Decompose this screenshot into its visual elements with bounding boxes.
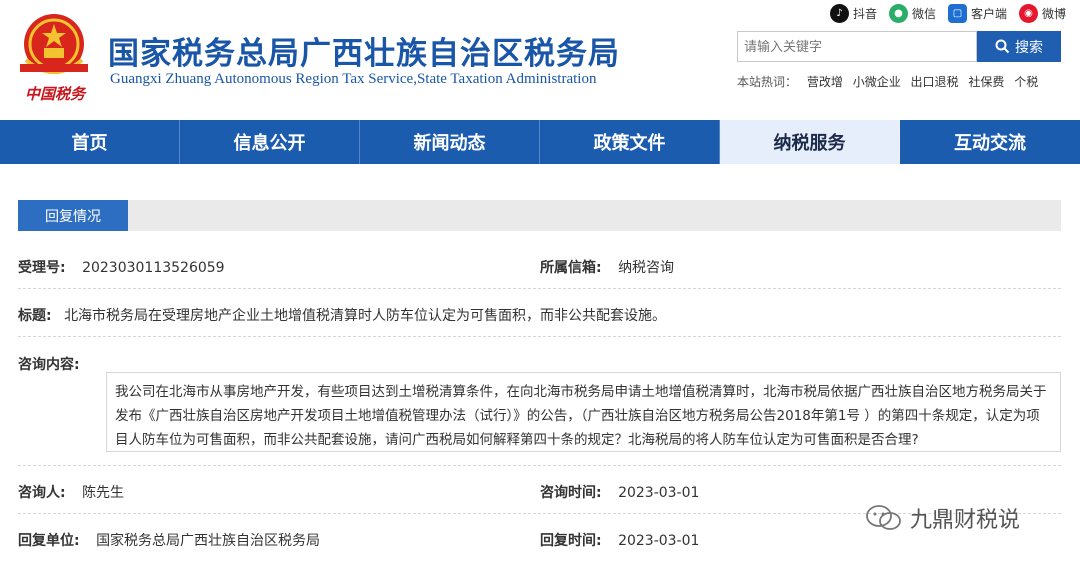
weibo-icon: ◉	[1018, 3, 1038, 23]
hot-words: 本站热词： 营改增 小微企业 出口退税 社保费 个税	[737, 73, 1044, 90]
wechat-icon: ●	[888, 3, 908, 23]
mailbox-row: 所属信箱: 纳税咨询	[540, 257, 674, 277]
nav-item-policy[interactable]: 政策文件	[540, 120, 720, 164]
content-label-row: 咨询内容:	[18, 354, 80, 374]
search-input[interactable]	[737, 31, 977, 62]
nav-item-news[interactable]: 新闻动态	[360, 120, 540, 164]
mailbox-value: 纳税咨询	[618, 260, 675, 276]
accept-number-label: 受理号:	[18, 260, 66, 276]
search-button[interactable]: 搜索	[977, 31, 1061, 62]
hot-word-link[interactable]: 出口退税	[911, 75, 959, 89]
accept-number-value: 2023030113526059	[82, 260, 225, 276]
hot-word-link[interactable]: 社保费	[968, 75, 1004, 89]
mailbox-label: 所属信箱:	[540, 260, 602, 276]
subject-value: 北海市税务局在受理房地产企业土地增值税清算时人防车位认定为可售面积，而非公共配套…	[64, 308, 667, 324]
reply-time-row: 回复时间: 2023-03-01	[540, 530, 699, 550]
emblem-text: 中国税务	[24, 85, 85, 103]
divider	[18, 288, 1061, 289]
site-header: 中国税务 国家税务总局广西壮族自治区税务局 Guangxi Zhuang Aut…	[0, 0, 1080, 120]
wechat-watermark-icon	[866, 505, 901, 530]
ask-time-row: 咨询时间: 2023-03-01	[540, 482, 699, 502]
subject-label: 标题:	[18, 308, 52, 324]
content-label: 咨询内容:	[18, 357, 80, 373]
reply-time-label: 回复时间:	[540, 533, 602, 549]
nav-item-tax-service[interactable]: 纳税服务	[720, 120, 900, 164]
watermark-text: 九鼎财税说	[910, 508, 1021, 533]
accept-number-row: 受理号: 2023030113526059	[18, 257, 225, 277]
ask-time-value: 2023-03-01	[618, 485, 700, 501]
app-client-icon: ▢	[947, 3, 967, 23]
site-title[interactable]: 国家税务总局广西壮族自治区税务局	[108, 28, 620, 73]
social-weibo-label: 微博	[1041, 6, 1066, 21]
social-wechat[interactable]: ● 微信	[888, 3, 936, 23]
social-douyin[interactable]: ♪ 抖音	[829, 3, 877, 23]
reply-time-value: 2023-03-01	[618, 533, 700, 549]
reply-unit-value: 国家税务总局广西壮族自治区税务局	[96, 533, 321, 549]
asker-label: 咨询人:	[18, 485, 66, 501]
reply-unit-row: 回复单位: 国家税务总局广西壮族自治区税务局	[18, 530, 320, 550]
search-button-label: 搜索	[1015, 38, 1043, 55]
douyin-icon: ♪	[829, 3, 849, 23]
subject-row: 标题: 北海市税务局在受理房地产企业土地增值税清算时人防车位认定为可售面积，而非…	[18, 305, 666, 325]
social-client[interactable]: ▢ 客户端	[947, 3, 1007, 23]
social-douyin-label: 抖音	[852, 6, 877, 21]
reply-unit-label: 回复单位:	[18, 533, 80, 549]
divider	[18, 336, 1061, 337]
hot-word-link[interactable]: 营改增	[807, 75, 843, 89]
section-tab-reply[interactable]: 回复情况	[18, 200, 128, 231]
divider	[18, 465, 1061, 466]
tax-emblem-logo[interactable]: 中国税务	[16, 10, 92, 104]
nav-item-home[interactable]: 首页	[0, 120, 180, 164]
social-weibo[interactable]: ◉ 微博	[1018, 3, 1066, 23]
asker-row: 咨询人: 陈先生	[18, 482, 124, 502]
watermark: 九鼎财税说	[864, 502, 1020, 534]
social-client-label: 客户端	[970, 6, 1007, 21]
search-icon	[995, 39, 1010, 54]
consult-content-box: 我公司在北海市从事房地产开发，有些项目达到土增税清算条件，在向北海市税务局申请土…	[106, 372, 1061, 452]
main-nav: 首页 信息公开 新闻动态 政策文件 纳税服务 互动交流	[0, 120, 1080, 164]
nav-item-interaction[interactable]: 互动交流	[900, 120, 1080, 164]
section-header: 回复情况	[18, 200, 1061, 231]
hot-words-label: 本站热词：	[737, 75, 798, 89]
ask-time-label: 咨询时间:	[540, 485, 602, 501]
hot-word-link[interactable]: 个税	[1014, 75, 1038, 89]
asker-value: 陈先生	[82, 485, 125, 501]
site-subtitle: Guangxi Zhuang Autonomous Region Tax Ser…	[110, 71, 597, 87]
hot-word-link[interactable]: 小微企业	[853, 75, 901, 89]
nav-item-info-disclosure[interactable]: 信息公开	[180, 120, 360, 164]
social-links: ♪ 抖音 ● 微信 ▢ 客户端 ◉ 微博	[829, 2, 1066, 24]
social-wechat-label: 微信	[911, 6, 936, 21]
